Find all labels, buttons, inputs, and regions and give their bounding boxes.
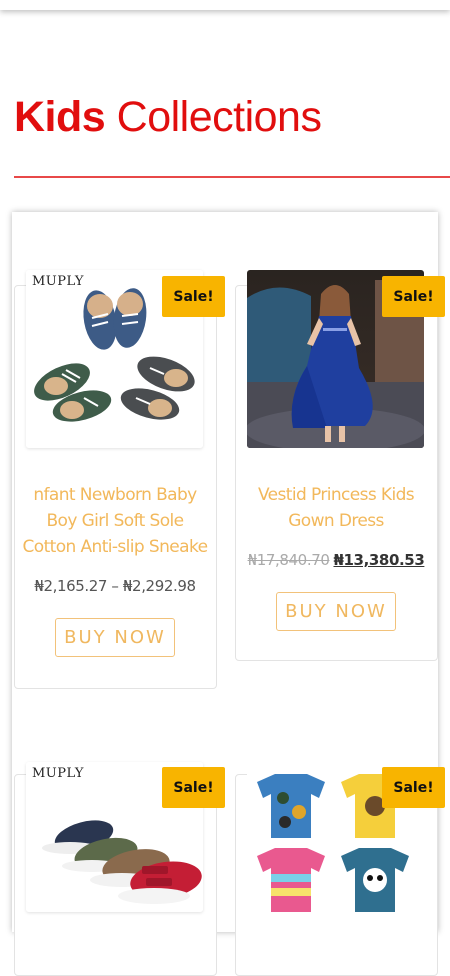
section-title-rest: Collections <box>105 93 322 141</box>
section-title-bold: Kids <box>14 93 106 141</box>
product-name[interactable]: nfant Newborn Baby Boy Girl Soft Sole Co… <box>20 482 210 560</box>
sale-badge: Sale! <box>382 276 445 317</box>
sale-badge: Sale! <box>382 767 445 808</box>
product-price: ₦17,840.70 ₦13,380.53 <box>241 550 431 570</box>
brand-logo: MUPLY <box>32 274 84 289</box>
price-original: ₦17,840.70 <box>247 551 330 569</box>
product-name[interactable]: Vestid Princess Kids Gown Dress <box>241 482 431 534</box>
top-app-bar <box>0 0 450 10</box>
section-title: Kids Collections <box>14 92 322 142</box>
brand-logo: MUPLY <box>32 766 84 781</box>
section-divider <box>14 176 450 178</box>
buy-now-button[interactable]: BUY NOW <box>276 592 396 631</box>
sale-badge: Sale! <box>162 276 225 317</box>
price-sale: ₦13,380.53 <box>333 551 425 569</box>
sale-badge: Sale! <box>162 767 225 808</box>
buy-now-button[interactable]: BUY NOW <box>55 618 175 657</box>
product-price: ₦2,165.27 – ₦2,292.98 <box>34 577 196 595</box>
